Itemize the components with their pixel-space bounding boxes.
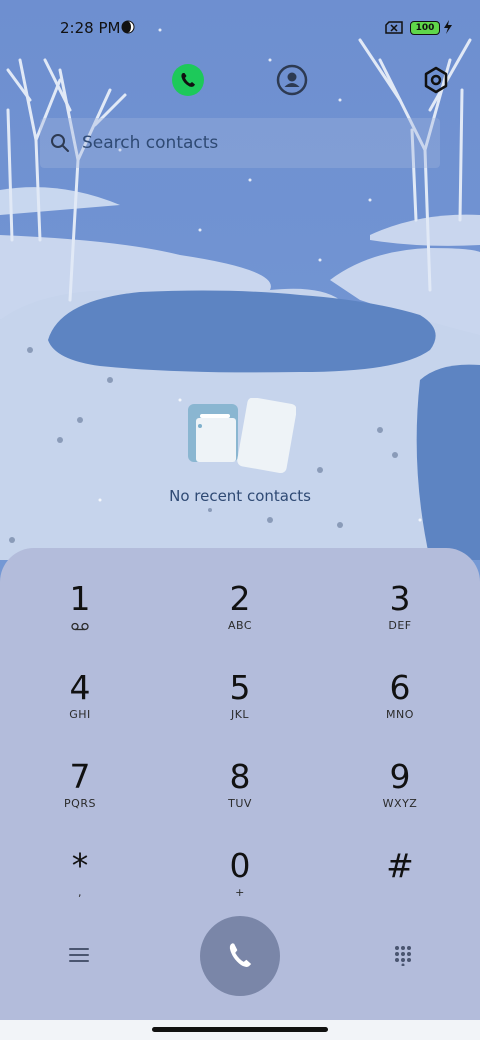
key-digit: 2: [229, 579, 251, 618]
dialpad-key-1[interactable]: 1: [0, 548, 160, 636]
key-letters: +: [235, 886, 245, 899]
key-letters: GHI: [69, 708, 91, 721]
charging-icon: [444, 20, 452, 34]
dialpad-key-6[interactable]: 6 MNO: [320, 637, 480, 725]
key-digit: 6: [389, 668, 411, 707]
no-recent-contacts-text: No recent contacts: [169, 487, 311, 505]
key-digit: 3: [389, 579, 411, 618]
key-digit: 7: [69, 757, 91, 796]
status-time: 2:28 PM: [60, 19, 121, 37]
dialpad-icon[interactable]: [392, 944, 414, 966]
key-letters: WXYZ: [382, 797, 418, 810]
dialpad-key-7[interactable]: 7 PQRS: [0, 726, 160, 814]
contacts-tab-icon[interactable]: [276, 64, 308, 96]
battery-icon: 100: [410, 21, 440, 35]
search-contacts-field[interactable]: Search contacts: [40, 118, 440, 168]
no-sim-icon: [385, 21, 403, 34]
key-digit: 0: [229, 846, 251, 885]
key-digit: #: [386, 846, 414, 885]
key-letters: DEF: [388, 619, 412, 632]
key-letters: MNO: [386, 708, 414, 721]
key-digit: 8: [229, 757, 251, 796]
key-digit: 9: [389, 757, 411, 796]
settings-icon[interactable]: [420, 64, 452, 96]
dialpad-key-0[interactable]: 0 +: [160, 815, 320, 903]
phone-tab-icon[interactable]: [172, 64, 204, 96]
dialpad-key-star[interactable]: * ,: [0, 815, 160, 903]
key-letters: TUV: [228, 797, 252, 810]
home-gesture-handle[interactable]: [152, 1027, 328, 1032]
key-letters: ,: [78, 886, 82, 899]
dialpad-key-3[interactable]: 3 DEF: [320, 548, 480, 636]
call-icon: [229, 943, 252, 967]
status-bar: 2:28 PM 100: [0, 0, 480, 56]
dialpad-key-hash[interactable]: #: [320, 815, 480, 903]
key-digit: 1: [69, 579, 91, 618]
moon-icon: [121, 20, 135, 34]
dialpad-key-8[interactable]: 8 TUV: [160, 726, 320, 814]
menu-icon[interactable]: [68, 944, 90, 966]
dialpad-key-2[interactable]: 2 ABC: [160, 548, 320, 636]
key-digit: 5: [229, 668, 251, 707]
key-letters: ABC: [227, 619, 253, 632]
key-digit: *: [71, 846, 89, 885]
search-placeholder: Search contacts: [82, 133, 219, 153]
dialpad-key-5[interactable]: 5 JKL: [160, 637, 320, 725]
search-icon: [51, 134, 69, 152]
key-digit: 4: [69, 668, 91, 707]
call-button[interactable]: [200, 916, 280, 996]
empty-contacts-illustration: [188, 398, 296, 474]
dialpad-key-9[interactable]: 9 WXYZ: [320, 726, 480, 814]
dialpad-key-4[interactable]: 4 GHI: [0, 637, 160, 725]
voicemail-icon: [71, 622, 89, 631]
key-letters: JKL: [230, 708, 250, 721]
key-letters: PQRS: [64, 797, 96, 810]
